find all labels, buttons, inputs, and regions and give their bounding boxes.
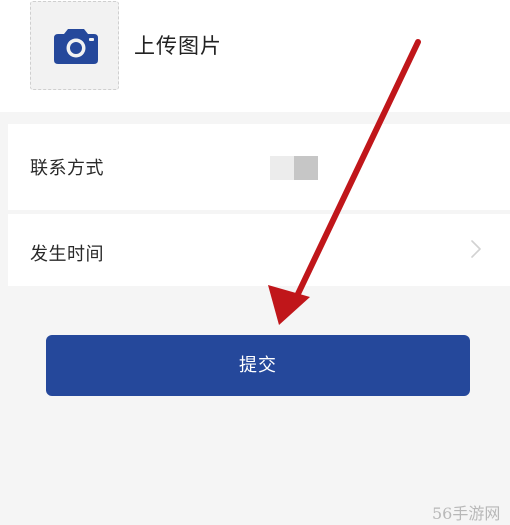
upload-image-button[interactable] [30,1,119,90]
watermark: 56手游网 [432,504,501,523]
submit-button[interactable]: 提交 [46,335,470,396]
upload-image-label: 上传图片 [134,34,222,58]
feedback-form-page: 上传图片 联系方式 发生时间 提交 56手游网 [0,0,510,525]
camera-icon [54,29,98,64]
occurrence-time-row[interactable]: 发生时间 [8,214,510,286]
upload-section: 上传图片 [0,0,510,112]
contact-method-row[interactable]: 联系方式 [8,124,510,210]
contact-value-mask-dark [294,156,318,180]
occurrence-time-label: 发生时间 [30,244,104,265]
contact-method-label: 联系方式 [30,158,104,179]
chevron-right-icon [471,240,481,258]
contact-value-mask [270,156,294,180]
